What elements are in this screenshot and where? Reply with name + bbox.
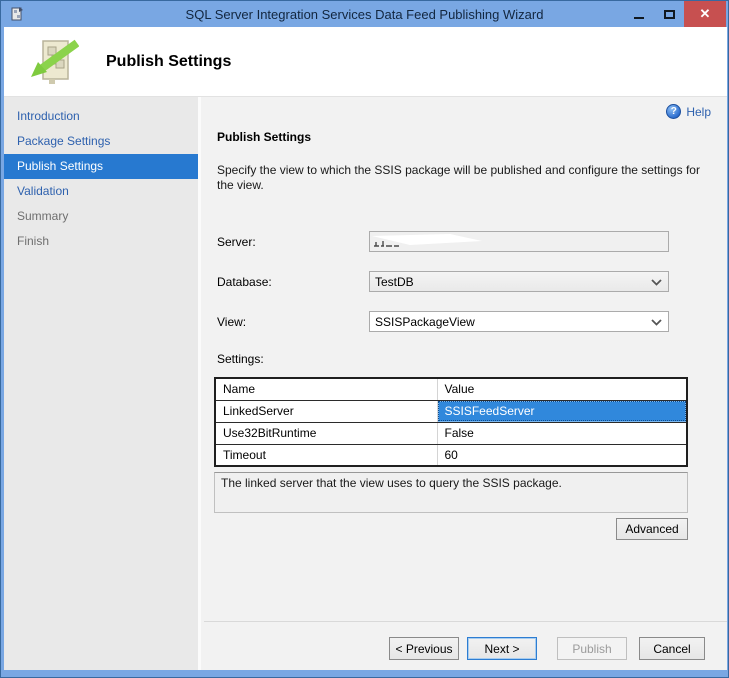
maximize-button[interactable] (654, 1, 684, 27)
main-area: Introduction Package Settings Publish Se… (4, 97, 727, 670)
setting-name[interactable]: LinkedServer (215, 400, 437, 422)
setting-value-selected[interactable]: SSISFeedServer (437, 400, 687, 422)
setting-name[interactable]: Timeout (215, 444, 437, 466)
setting-value[interactable]: 60 (437, 444, 687, 466)
help-link[interactable]: ? Help (666, 104, 711, 119)
minimize-icon (634, 17, 644, 19)
help-icon: ? (666, 104, 681, 119)
setting-value[interactable]: False (437, 422, 687, 444)
settings-label: Settings: (217, 352, 264, 366)
previous-button[interactable]: < Previous (389, 637, 459, 660)
window-title: SQL Server Integration Services Data Fee… (1, 7, 728, 22)
chevron-down-icon (651, 319, 662, 326)
sidebar-item-finish[interactable]: Finish (4, 229, 198, 254)
chevron-down-icon (651, 279, 662, 286)
content-panel: ? Help Publish Settings Specify the view… (204, 97, 727, 670)
publish-button[interactable]: Publish (557, 637, 627, 660)
advanced-button[interactable]: Advanced (616, 518, 688, 540)
setting-name[interactable]: Use32BitRuntime (215, 422, 437, 444)
database-label: Database: (217, 275, 272, 289)
table-row[interactable]: LinkedServer SSISFeedServer (215, 400, 687, 422)
close-button[interactable]: ✕ (684, 1, 726, 27)
settings-table-header: Name Value (215, 378, 687, 400)
sidebar-item-introduction[interactable]: Introduction (4, 104, 198, 129)
page-title: Publish Settings (217, 130, 311, 144)
view-dropdown[interactable]: SSISPackageView (369, 311, 669, 332)
sidebar-item-publish-settings[interactable]: Publish Settings (4, 154, 198, 179)
publish-settings-icon (29, 37, 79, 87)
database-selected-value: TestDB (375, 275, 414, 289)
server-label: Server: (217, 235, 256, 249)
sidebar-item-summary[interactable]: Summary (4, 204, 198, 229)
minimize-button[interactable] (624, 1, 654, 27)
app-icon (9, 6, 25, 22)
table-row[interactable]: Use32BitRuntime False (215, 422, 687, 444)
wizard-header: Publish Settings (4, 27, 727, 97)
view-label: View: (217, 315, 246, 329)
help-label: Help (686, 105, 711, 119)
wizard-step-title: Publish Settings (106, 53, 231, 71)
view-selected-value: SSISPackageView (375, 315, 475, 329)
column-header-value[interactable]: Value (437, 378, 687, 400)
property-description: The linked server that the view uses to … (214, 472, 688, 513)
settings-table: Name Value LinkedServer SSISFeedServer U… (214, 377, 688, 467)
table-row[interactable]: Timeout 60 (215, 444, 687, 466)
wizard-steps-sidebar: Introduction Package Settings Publish Se… (4, 97, 201, 670)
next-button[interactable]: Next > (467, 637, 537, 660)
maximize-icon (664, 10, 675, 19)
redacted-server-value-scribble (370, 232, 490, 251)
sidebar-item-package-settings[interactable]: Package Settings (4, 129, 198, 154)
page-description: Specify the view to which the SSIS packa… (217, 163, 703, 193)
sidebar-item-validation[interactable]: Validation (4, 179, 198, 204)
cancel-button[interactable]: Cancel (639, 637, 705, 660)
database-dropdown[interactable]: TestDB (369, 271, 669, 292)
wizard-window: SQL Server Integration Services Data Fee… (0, 0, 729, 678)
title-bar: SQL Server Integration Services Data Fee… (1, 1, 728, 27)
column-header-name[interactable]: Name (215, 378, 437, 400)
close-icon: ✕ (700, 6, 711, 22)
server-input[interactable] (369, 231, 669, 252)
